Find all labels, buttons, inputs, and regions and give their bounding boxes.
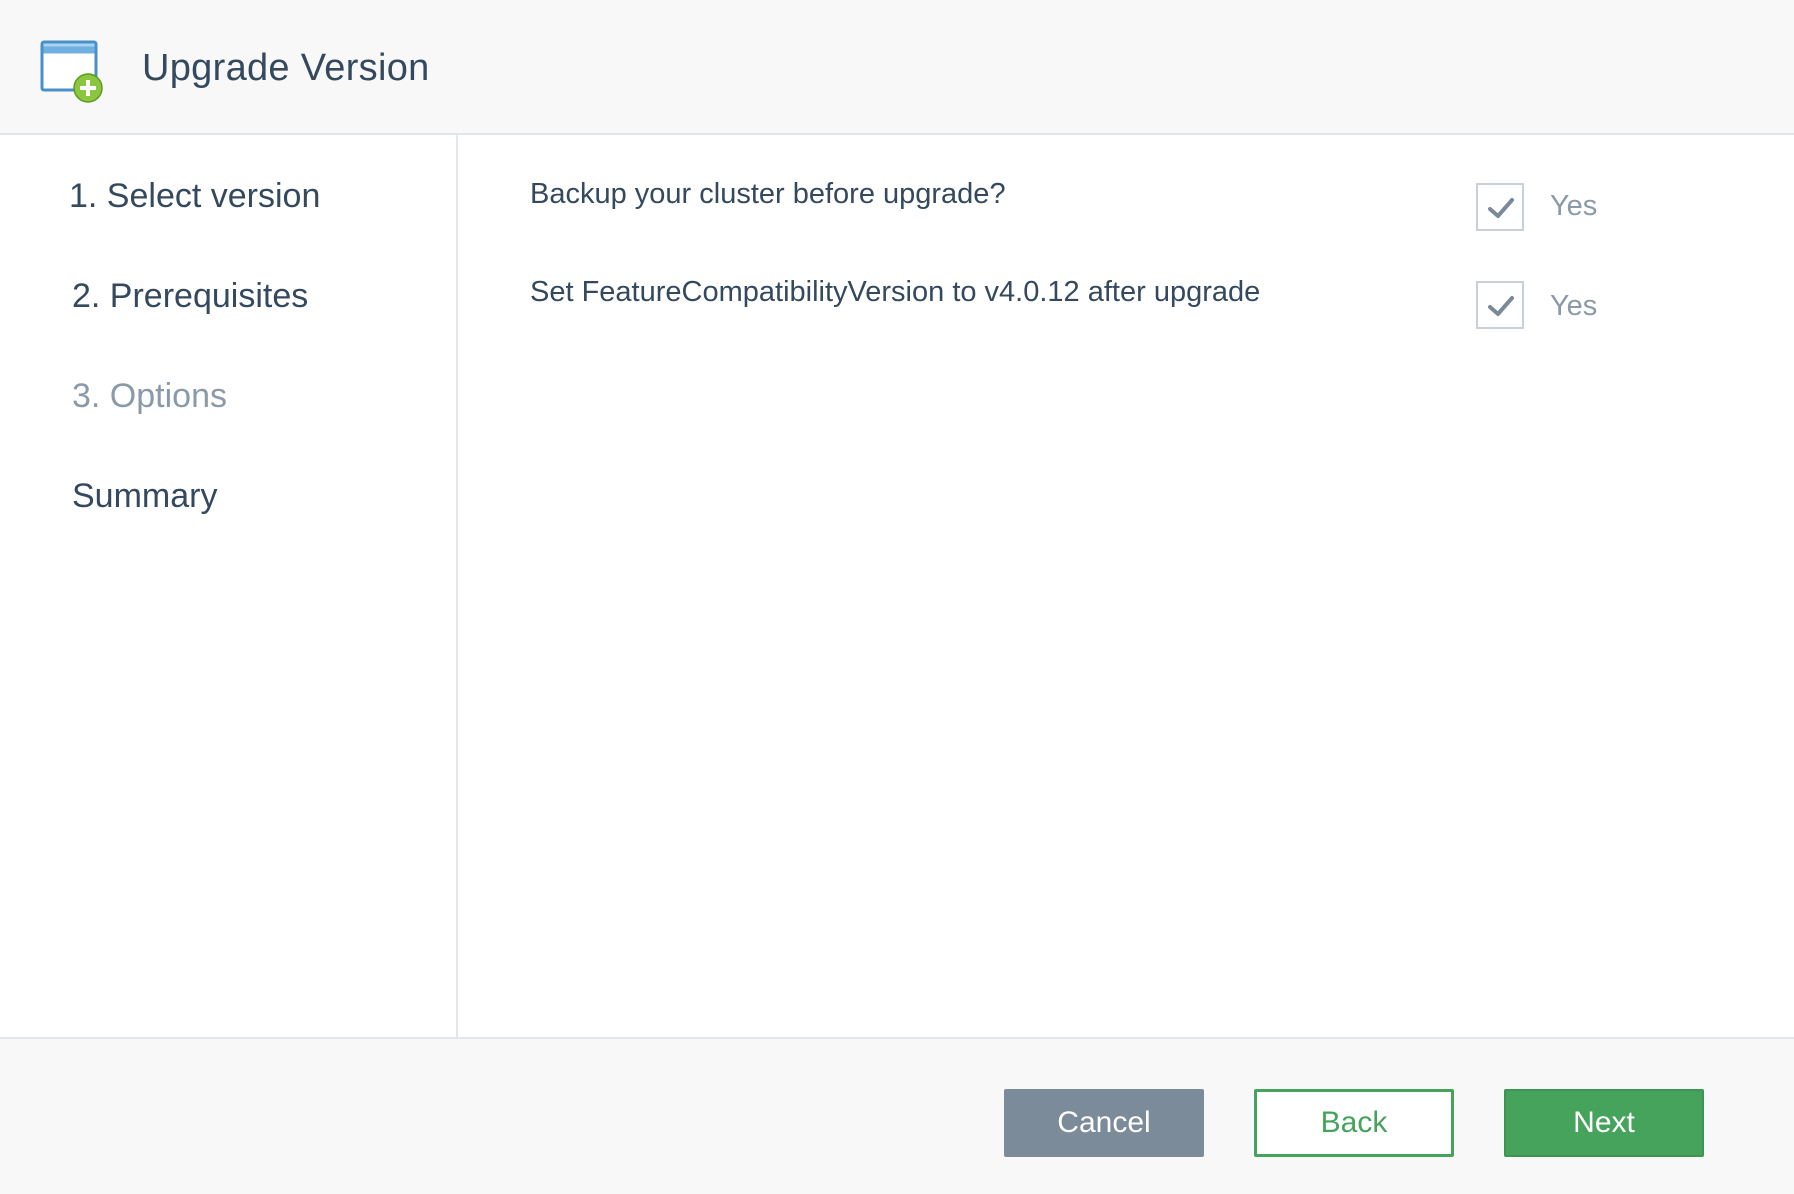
step-options[interactable]: 3. Options [72,374,227,418]
backup-checkbox[interactable] [1476,183,1524,231]
back-button[interactable]: Back [1254,1089,1454,1157]
wizard-steps-sidebar: 1. Select version 2. Prerequisites 3. Op… [0,135,458,1037]
checkmark-icon [1488,296,1514,316]
step-summary[interactable]: Summary [72,474,217,518]
next-button[interactable]: Next [1504,1089,1704,1157]
upgrade-version-dialog: Upgrade Version 1. Select version 2. Pre… [0,0,1794,1194]
fcv-yes-label: Yes [1550,290,1598,322]
backup-yes-label: Yes [1550,190,1598,222]
checkmark-icon [1488,198,1514,218]
cancel-button[interactable]: Cancel [1004,1089,1204,1157]
dialog-footer: Cancel Back Next [0,1037,1794,1194]
step-select-version[interactable]: 1. Select version [69,174,320,218]
step-prerequisites[interactable]: 2. Prerequisites [72,274,308,318]
options-panel: Backup your cluster before upgrade? Yes … [460,135,1794,1037]
fcv-option-label: Set FeatureCompatibilityVersion to v4.0.… [530,276,1261,308]
add-window-icon [40,38,106,104]
fcv-checkbox[interactable] [1476,281,1524,329]
dialog-header: Upgrade Version [0,0,1794,135]
dialog-title: Upgrade Version [142,47,430,89]
backup-option-label: Backup your cluster before upgrade? [530,178,1006,210]
